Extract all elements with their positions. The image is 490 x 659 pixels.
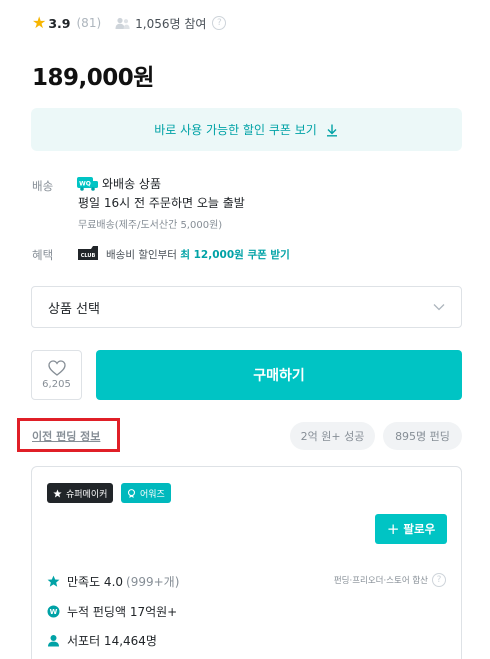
supporters-label: 서포터 14,464명 — [67, 634, 157, 648]
satisfaction-label: 만족도 4.0 — [67, 575, 124, 589]
benefit-highlight: 최 12,000원 쿠폰 받기 — [180, 249, 290, 261]
participants-count: 1,056명 참여 — [135, 16, 207, 31]
buy-button[interactable]: 구매하기 — [96, 350, 462, 400]
shipping-type: 와배송 상품 — [102, 177, 162, 191]
follow-label: 팔로우 — [403, 522, 436, 536]
funding-count-pill: 895명 펀딩 — [383, 422, 462, 450]
wallet-icon: W — [47, 605, 60, 618]
shipping-fee: 무료배송(제주/도서산간 5,000원) — [78, 220, 223, 231]
crown-icon — [53, 488, 62, 497]
satisfaction-stat: 만족도 4.0 (999+개) — [47, 573, 179, 590]
svg-text:CLUB: CLUB — [81, 253, 96, 259]
total-funding-stat: W 누적 펀딩액 17억원+ — [47, 603, 177, 620]
shipping-promise: 평일 16시 전 주문하면 오늘 출발 — [78, 196, 245, 210]
club-icon: CLUB — [78, 246, 98, 260]
svg-text:W: W — [50, 608, 58, 616]
user-icon — [48, 635, 59, 647]
total-funding-label: 누적 펀딩액 17억원+ — [67, 605, 178, 619]
maker-card: 슈퍼메이커 어워즈 + 팔로우 만족도 4.0 (999+개) 펀딩·프리오더·… — [31, 466, 462, 659]
plus-icon: + — [386, 520, 400, 538]
super-maker-tag: 슈퍼메이커 — [47, 483, 114, 503]
rating-count[interactable]: (81) — [77, 16, 102, 30]
success-pill: 2억 원+ 성공 — [290, 422, 375, 450]
rating-score: 3.9 — [48, 15, 71, 31]
store-note: 펀딩·프리오더·스토어 합산 ? — [334, 573, 446, 587]
store-note-label: 펀딩·프리오더·스토어 합산 — [333, 576, 428, 586]
coupon-banner-button[interactable]: 바로 사용 가능한 할인 쿠폰 보기 — [31, 108, 462, 151]
chevron-down-icon — [433, 304, 445, 311]
benefit-prefix: 배송비 할인부터 — [106, 249, 177, 261]
svg-text:WQ: WQ — [79, 181, 91, 188]
like-button[interactable]: 6,205 — [31, 350, 82, 400]
option-select[interactable]: 상품 선택 — [31, 286, 462, 328]
shipping-label: 배송 — [32, 179, 54, 193]
truck-icon: WQ — [77, 177, 98, 191]
help-icon[interactable]: ? — [212, 16, 227, 30]
heart-icon — [47, 360, 66, 376]
award-tag: 어워즈 — [121, 483, 171, 503]
follow-button[interactable]: + 팔로우 — [375, 514, 447, 544]
option-select-placeholder: 상품 선택 — [48, 301, 100, 317]
help-icon[interactable]: ? — [432, 573, 446, 587]
star-icon: ★ — [32, 13, 47, 32]
download-icon — [326, 124, 337, 136]
people-icon — [115, 17, 130, 29]
like-count: 6,205 — [42, 379, 71, 390]
price: 189,000원 — [32, 65, 154, 91]
award-icon — [127, 488, 136, 498]
coupon-label: 바로 사용 가능한 할인 쿠폰 보기 — [154, 123, 317, 137]
supporters-stat: 서포터 14,464명 — [47, 632, 157, 649]
rating-row: ★ 3.9 (81) 1,056명 참여 ? — [32, 12, 227, 34]
satisfaction-count[interactable]: (999+개) — [126, 573, 179, 590]
award-label: 어워즈 — [140, 489, 165, 500]
benefit-label: 혜택 — [32, 248, 54, 262]
previous-funding-link[interactable]: 이전 펀딩 정보 — [32, 428, 100, 444]
super-maker-label: 슈퍼메이커 — [66, 489, 108, 500]
star-icon — [47, 575, 60, 587]
benefit-text[interactable]: 배송비 할인부터 최 12,000원 쿠폰 받기 — [106, 247, 290, 262]
